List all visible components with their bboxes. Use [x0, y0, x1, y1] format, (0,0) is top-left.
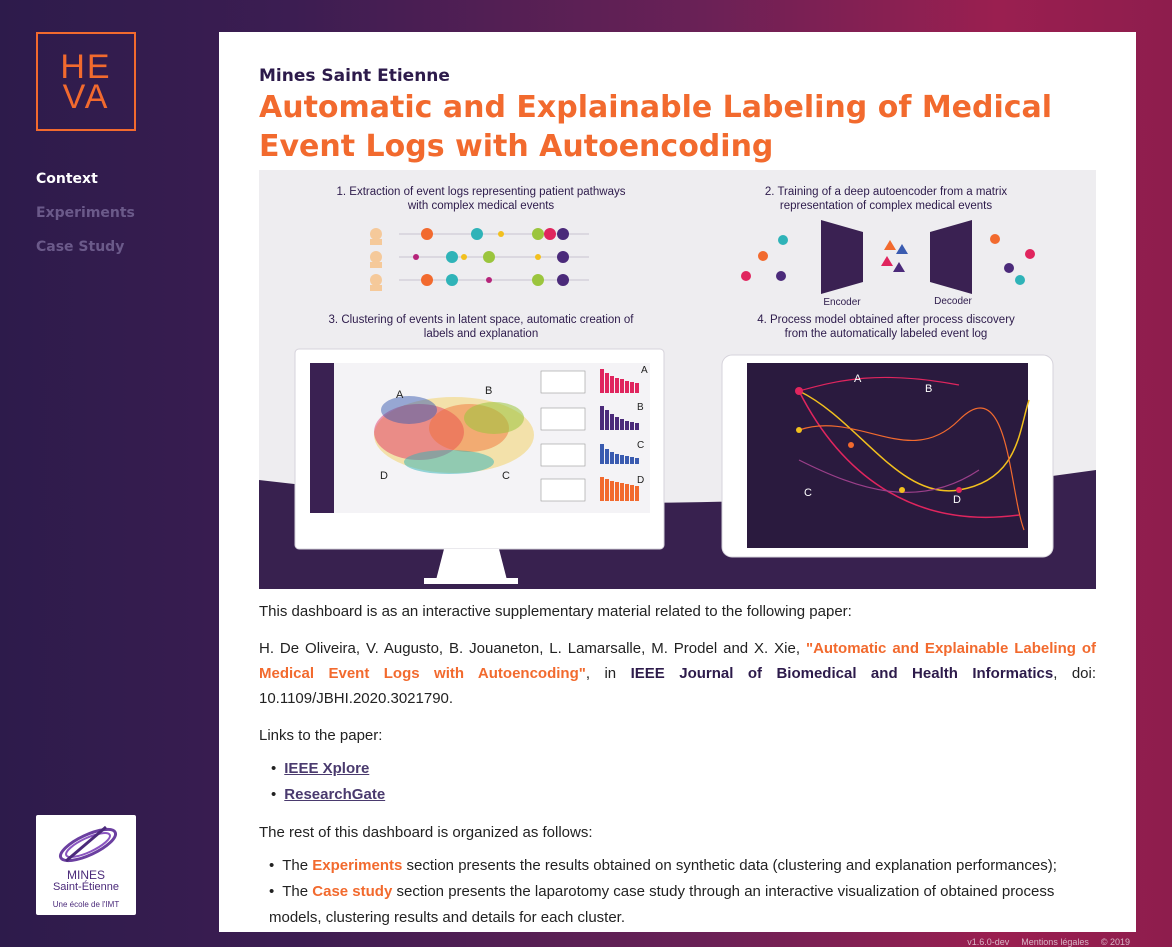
step1-line2: with complex medical events [407, 200, 555, 212]
list-item: • The Experiments section presents the re… [269, 853, 1096, 879]
case-study-link[interactable]: Case study [312, 883, 392, 900]
step4-line2: from the automatically labeled event log [785, 328, 988, 340]
org-item-text: section presents the results obtained on… [402, 857, 1057, 874]
bar-c-label: C [637, 440, 644, 451]
org-item-prefix: The [282, 883, 313, 900]
ieee-xplore-link[interactable]: IEEE Xplore [284, 760, 369, 777]
footer: v1.6.0-dev Mentions légales © 2019 [967, 937, 1130, 947]
step2-line1: 2. Training of a deep autoencoder from a… [765, 186, 1008, 198]
bar-d-label: D [637, 475, 644, 486]
process-c-label: C [804, 487, 812, 499]
links-intro: Links to the paper: [259, 727, 383, 744]
list-item: IEEE Xplore [271, 756, 1096, 782]
organization-name: Mines Saint Etienne [259, 66, 450, 86]
nav-item-case-study[interactable]: Case Study [36, 239, 135, 273]
encoder-label: Encoder [823, 297, 861, 308]
overview-figure-svg: 1. Extraction of event logs representing… [259, 170, 1096, 589]
nav-item-experiments[interactable]: Experiments [36, 205, 135, 239]
org-item-prefix: The [282, 857, 313, 874]
experiments-link[interactable]: Experiments [312, 857, 402, 874]
mines-emblem-icon [58, 825, 118, 863]
partner-logo-line-2: Saint-Étienne [52, 881, 120, 893]
organization-list: • The Experiments section presents the re… [259, 853, 1096, 931]
cluster-d-label: D [380, 470, 388, 482]
cluster-c-label: C [502, 470, 510, 482]
researchgate-link[interactable]: ResearchGate [284, 786, 385, 803]
citation-paragraph: H. De Oliveira, V. Augusto, B. Jouaneton… [259, 636, 1096, 711]
partner-logo-line-1: MINES [66, 868, 105, 882]
logo-line-1: HE [60, 47, 112, 86]
partner-logo-line-3: Une école de l'IMT [52, 900, 120, 909]
sidebar-nav: Context Experiments Case Study [36, 171, 135, 273]
legal-link[interactable]: Mentions légales [1021, 937, 1089, 947]
intro-section: This dashboard is as an interactive supp… [259, 599, 1096, 931]
mines-saint-etienne-logo[interactable]: MINES Saint-Étienne Une école de l'IMT [36, 815, 136, 915]
bar-b-label: B [637, 402, 644, 413]
step2-line2: representation of complex medical events [780, 200, 992, 212]
organization-intro: The rest of this dashboard is organized … [259, 824, 593, 841]
monitor-clustering: A B C D A B C D [294, 348, 665, 584]
tablet-process-model: A B C D [721, 354, 1054, 558]
bar-a-label: A [641, 365, 648, 376]
paper-links-list: IEEE Xplore ResearchGate [259, 756, 1096, 808]
main-content-card: Mines Saint Etienne Automatic and Explai… [219, 32, 1136, 932]
step4-line1: 4. Process model obtained after process … [757, 314, 1015, 326]
page-title: Automatic and Explainable Labeling of Me… [259, 90, 1053, 164]
version-text: v1.6.0-dev [967, 937, 1010, 947]
intro-paragraph: This dashboard is as an interactive supp… [259, 603, 852, 620]
process-a-label: A [854, 373, 862, 385]
bullet-icon: • [269, 883, 275, 900]
process-b-label: B [925, 383, 932, 395]
citation-authors: H. De Oliveira, V. Augusto, B. Jouaneton… [259, 640, 806, 657]
step3-line2: labels and explanation [424, 328, 538, 340]
cluster-a-label: A [396, 389, 404, 401]
cluster-b-label: B [485, 385, 492, 397]
citation-in: , in [585, 665, 631, 682]
decoder-label: Decoder [934, 296, 972, 307]
heva-logo[interactable]: HE VA [36, 32, 136, 131]
overview-figure: 1. Extraction of event logs representing… [259, 170, 1096, 589]
logo-line-2: VA [62, 77, 110, 116]
copyright-text: © 2019 [1100, 937, 1130, 947]
bullet-icon: • [269, 857, 275, 874]
nav-item-context[interactable]: Context [36, 171, 135, 205]
list-item: • The Case study section presents the lap… [269, 879, 1096, 931]
process-d-label: D [953, 494, 961, 506]
step1-line1: 1. Extraction of event logs representing… [337, 186, 626, 198]
list-item: ResearchGate [271, 782, 1096, 808]
citation-journal: IEEE Journal of Biomedical and Health In… [630, 665, 1054, 682]
step3-line1: 3. Clustering of events in latent space,… [329, 314, 635, 326]
